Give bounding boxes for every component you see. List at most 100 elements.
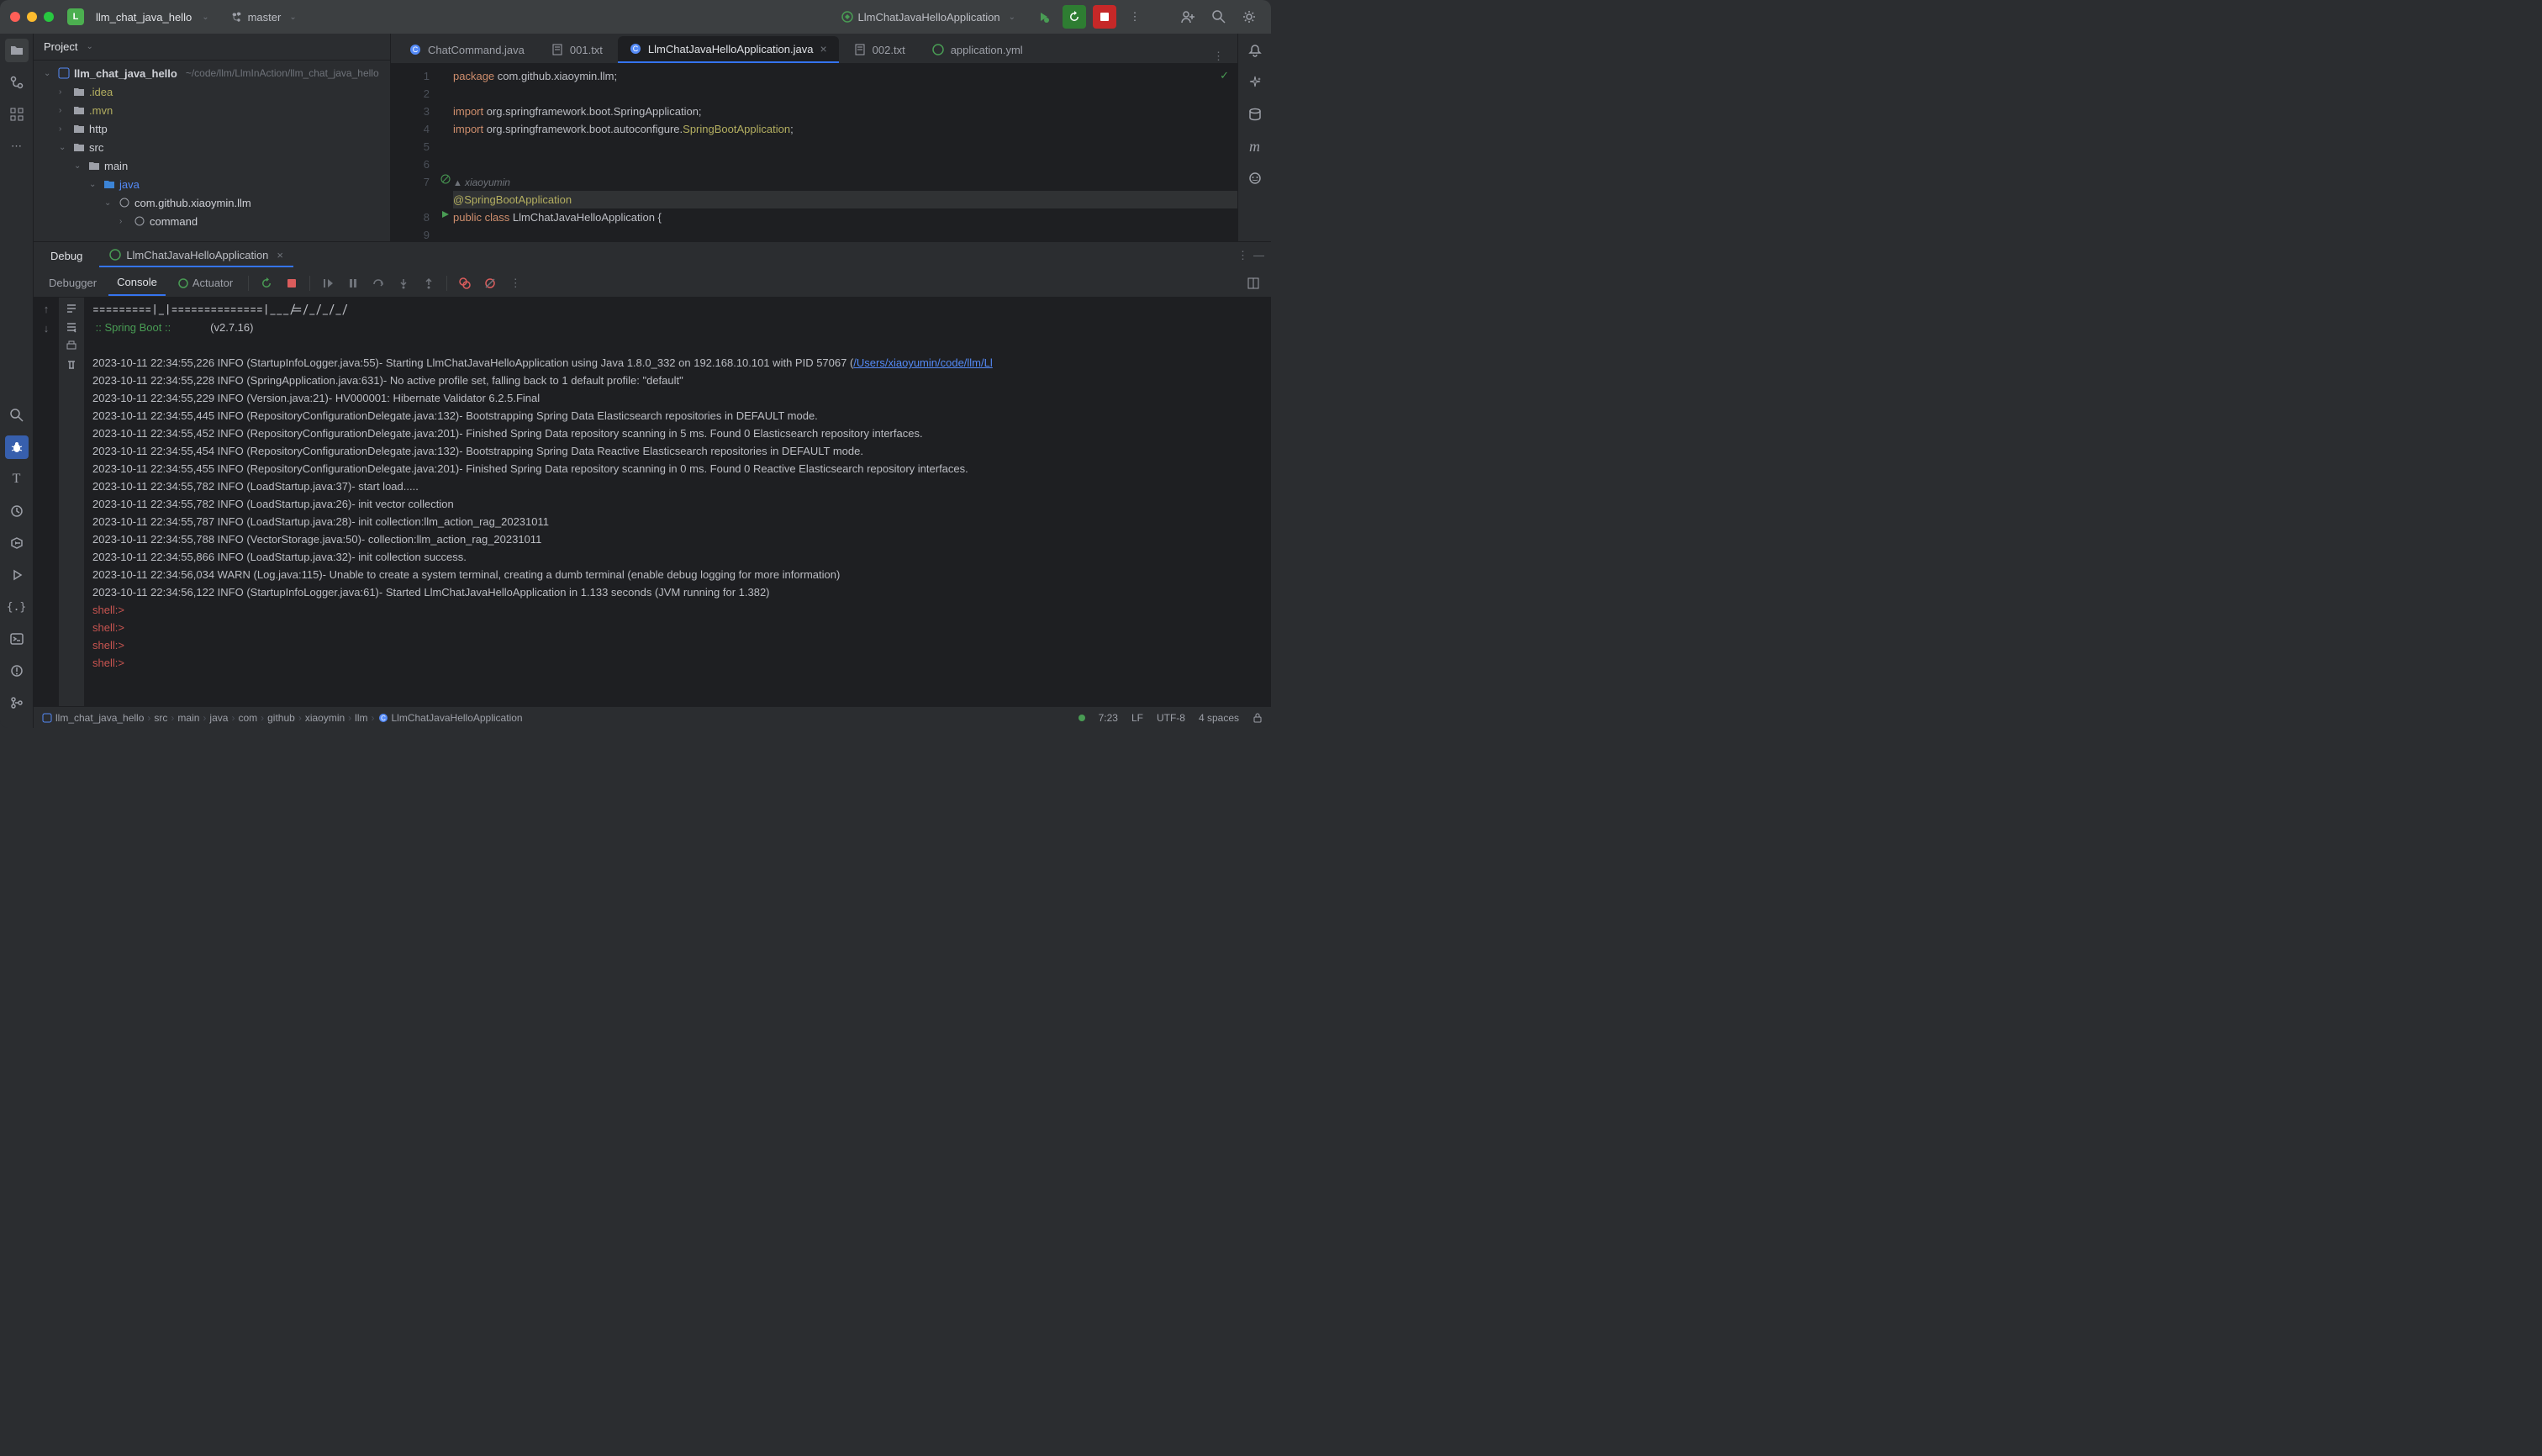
debug-tab[interactable]: Debug [40,242,92,269]
tree-item[interactable]: ⌄com.github.xiaoymin.llm [34,193,390,212]
project-menu-chevron[interactable]: ⌄ [202,13,208,22]
tree-item[interactable]: ›command [34,212,390,230]
maven-button[interactable]: m [1243,135,1267,158]
debug-button[interactable] [1032,5,1056,29]
breadcrumb-item[interactable]: github [267,712,295,724]
toggle-icon[interactable]: ⌄ [44,69,54,78]
print-button[interactable] [66,340,77,351]
run-config-selector[interactable]: LlmChatJavaHelloApplication ⌄ [841,11,1015,24]
breadcrumb-item[interactable]: xiaoymin [305,712,345,724]
actuator-tab[interactable]: Actuator [169,271,241,296]
problems-tool-button[interactable] [5,659,29,683]
console-tab[interactable]: Console [108,271,166,296]
tree-item[interactable]: ›.mvn [34,101,390,119]
status-indicator[interactable] [1079,715,1085,721]
ai-assistant-button[interactable] [1243,71,1267,94]
editor-tab[interactable]: 001.txt [540,36,614,63]
toggle-icon[interactable]: › [59,87,69,97]
breadcrumb-item[interactable]: LlmChatJavaHelloApplication [392,712,523,724]
editor-tab[interactable]: CChatCommand.java [398,36,536,63]
terminal-tool-button[interactable] [5,627,29,651]
run-tool-button[interactable] [5,563,29,587]
services-tool-button[interactable] [5,531,29,555]
line-separator[interactable]: LF [1131,712,1143,724]
panel-options-button[interactable]: ⋮ [1237,249,1248,262]
notifications-button[interactable] [1243,39,1267,62]
tree-item[interactable]: ›.idea [34,82,390,101]
project-name-label[interactable]: llm_chat_java_hello [96,11,192,24]
tree-item[interactable]: ⌄src [34,138,390,156]
tree-item[interactable]: ⌄java [34,175,390,193]
minimize-window-button[interactable] [27,12,37,22]
text-tool-button[interactable]: T [5,467,29,491]
scroll-to-end-button[interactable] [66,321,77,333]
profiler-tool-button[interactable] [5,499,29,523]
build-tool-button[interactable]: {.} [5,595,29,619]
breadcrumb-item[interactable]: src [154,712,167,724]
stop-debug-button[interactable] [281,272,303,294]
close-icon[interactable]: × [277,249,283,261]
indent-setting[interactable]: 4 spaces [1199,712,1239,724]
project-tool-button[interactable] [5,39,29,62]
tree-item[interactable]: ›http [34,119,390,138]
step-over-button[interactable] [367,272,389,294]
run-button[interactable] [1063,5,1086,29]
editor-tab[interactable]: CLlmChatJavaHelloApplication.java× [618,36,839,63]
up-arrow-button[interactable]: ↑ [44,303,50,315]
readonly-toggle[interactable] [1253,713,1263,723]
find-tool-button[interactable] [5,404,29,427]
breadcrumb-item[interactable]: java [209,712,228,724]
clear-button[interactable] [66,358,77,370]
close-tab-button[interactable]: × [820,42,826,55]
panel-minimize-button[interactable]: — [1253,249,1264,262]
breadcrumbs[interactable]: llm_chat_java_hello›src›main›java›com›gi… [55,712,523,724]
editor-tab[interactable]: application.yml [920,36,1035,63]
project-panel-header[interactable]: Project ⌄ [34,34,390,61]
search-button[interactable] [1207,5,1231,29]
database-button[interactable] [1243,103,1267,126]
git-tool-button[interactable] [5,691,29,715]
down-arrow-button[interactable]: ↓ [44,322,50,335]
inspection-ok-icon[interactable]: ✓ [1220,69,1229,82]
toggle-icon[interactable]: › [59,106,69,115]
layout-button[interactable] [1242,272,1264,294]
close-window-button[interactable] [10,12,20,22]
assistant-button[interactable] [1243,166,1267,190]
breadcrumb-item[interactable]: llm_chat_java_hello [55,712,144,724]
soft-wrap-button[interactable] [66,303,77,314]
run-config-tab[interactable]: LlmChatJavaHelloApplication × [99,244,293,267]
code-with-me-button[interactable] [1177,5,1200,29]
caret-position[interactable]: 7:23 [1099,712,1118,724]
code-editor[interactable]: 123456789 package com.github.xiaoymin.ll… [391,64,1237,241]
settings-button[interactable] [1237,5,1261,29]
toggle-icon[interactable]: › [119,217,129,226]
tree-root[interactable]: ⌄ llm_chat_java_hello ~/code/llm/LlmInAc… [34,64,390,82]
toolbar-more-button[interactable]: ⋮ [504,272,526,294]
maximize-window-button[interactable] [44,12,54,22]
view-breakpoints-button[interactable] [454,272,476,294]
resume-button[interactable] [317,272,339,294]
toggle-icon[interactable]: › [59,124,69,134]
structure-tool-button[interactable] [5,103,29,126]
toggle-icon[interactable]: ⌄ [104,198,114,208]
console-output[interactable]: =========|_|==============|___/=/_/_/_/ … [84,298,1271,706]
editor-tab[interactable]: 002.txt [842,36,917,63]
debug-tool-button[interactable] [5,435,29,459]
step-out-button[interactable] [418,272,440,294]
pause-button[interactable] [342,272,364,294]
toggle-icon[interactable]: ⌄ [89,180,99,189]
breadcrumb-item[interactable]: main [177,712,199,724]
toggle-icon[interactable]: ⌄ [59,143,69,152]
tab-more-button[interactable]: ⋮ [1206,50,1231,63]
debugger-tab[interactable]: Debugger [40,271,105,296]
toggle-icon[interactable]: ⌄ [74,161,84,171]
commit-tool-button[interactable] [5,71,29,94]
breadcrumb-item[interactable]: com [238,712,257,724]
more-tool-button[interactable]: ⋯ [5,135,29,158]
breadcrumb-item[interactable]: llm [355,712,367,724]
tree-item[interactable]: ⌄main [34,156,390,175]
mute-breakpoints-button[interactable] [479,272,501,294]
step-into-button[interactable] [393,272,414,294]
code-content[interactable]: package com.github.xiaoymin.llm;import o… [453,64,1237,241]
rerun-button[interactable] [256,272,277,294]
